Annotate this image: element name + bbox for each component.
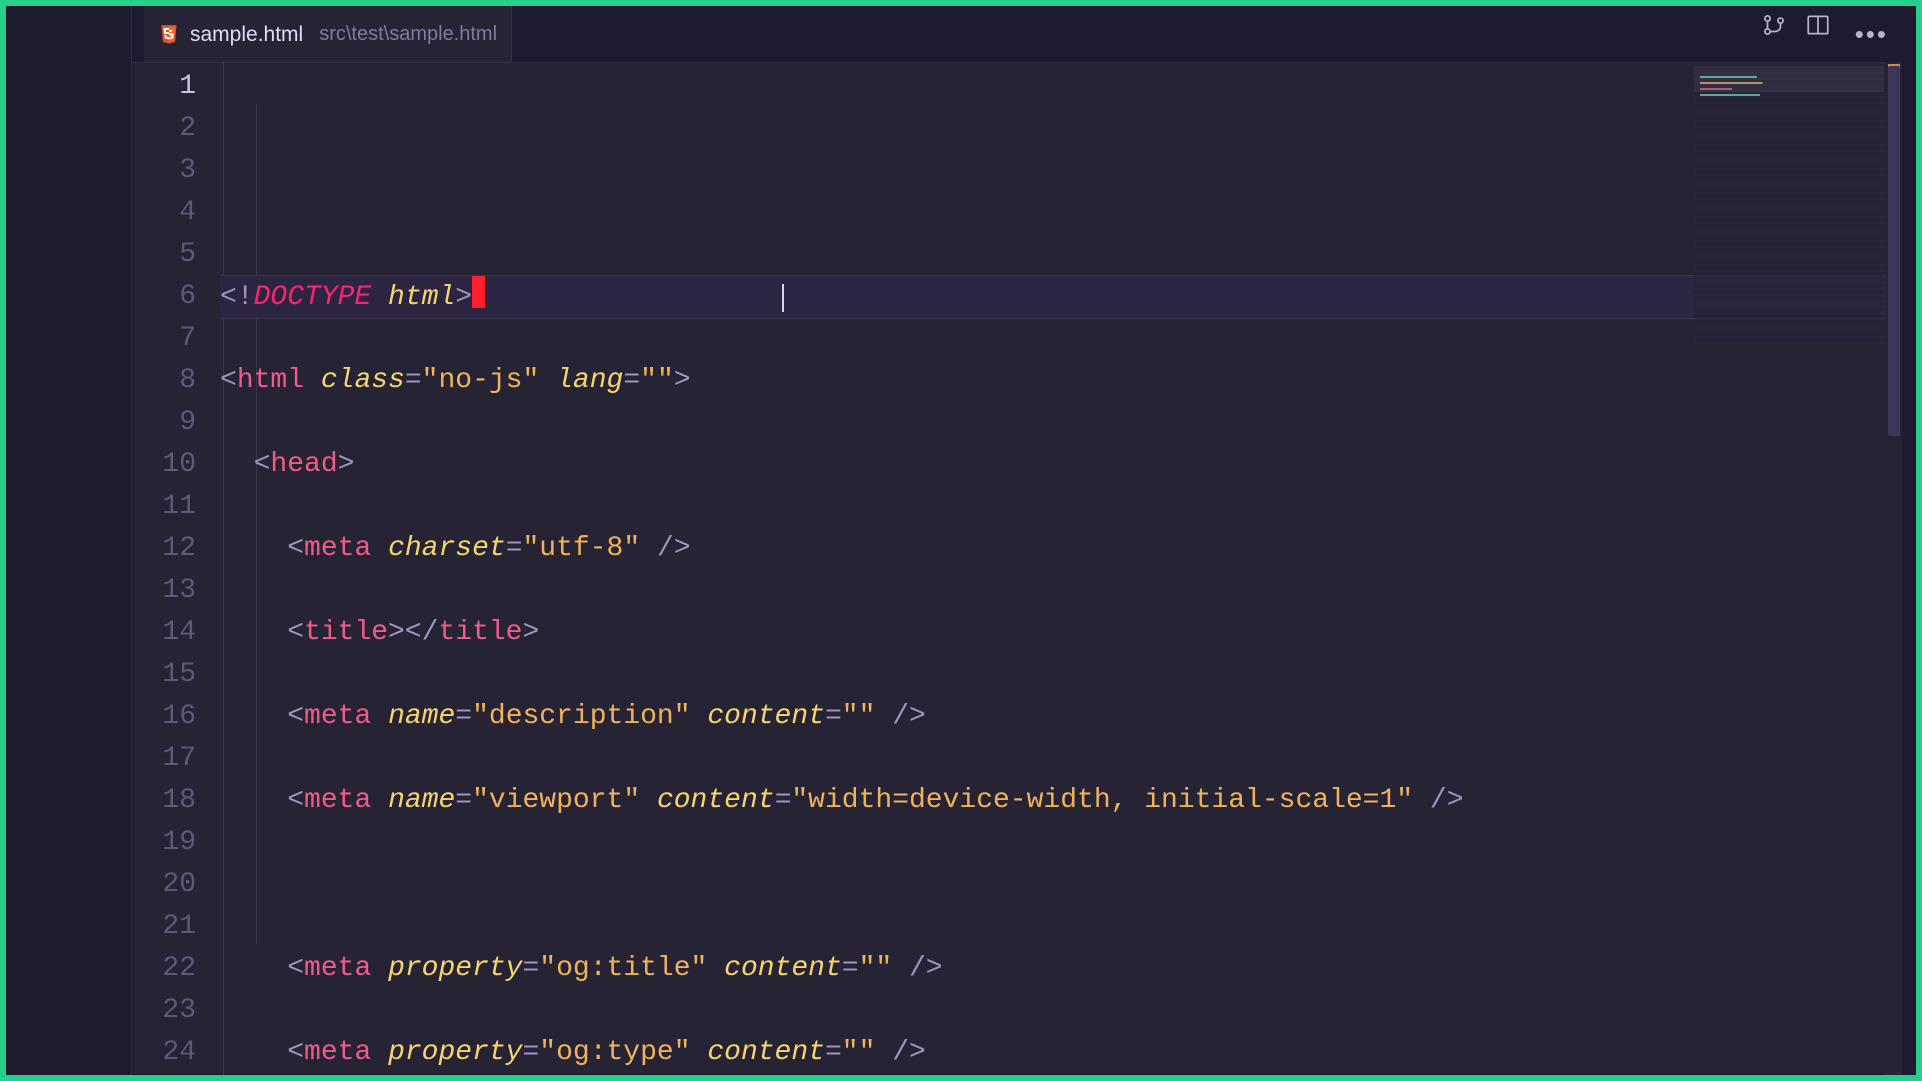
line-number[interactable]: 13 bbox=[132, 570, 196, 612]
right-gap bbox=[1902, 6, 1916, 1075]
code-line[interactable]: <head> bbox=[220, 444, 1902, 486]
line-number[interactable]: 3 bbox=[132, 150, 196, 192]
code-line[interactable] bbox=[220, 864, 1902, 906]
line-number[interactable]: 12 bbox=[132, 528, 196, 570]
split-editor-icon[interactable] bbox=[1805, 6, 1831, 62]
scrollbar-thumb[interactable] bbox=[1888, 66, 1900, 436]
editor-body: 1 2 3 4 5 6 7 8 9 10 11 12 13 14 15 16 1… bbox=[132, 62, 1902, 1075]
code-line[interactable]: <!DOCTYPE html> bbox=[220, 276, 1902, 318]
code-area[interactable]: <!DOCTYPE html> <html class="no-js" lang… bbox=[220, 62, 1902, 1075]
text-cursor bbox=[472, 276, 485, 308]
code-line[interactable]: <html class="no-js" lang=""> bbox=[220, 360, 1902, 402]
code-line[interactable]: <title></title> bbox=[220, 612, 1902, 654]
editor-actions: ••• bbox=[1761, 6, 1894, 62]
line-number[interactable]: 16 bbox=[132, 696, 196, 738]
line-number[interactable]: 6 bbox=[132, 276, 196, 318]
left-gap bbox=[6, 6, 125, 1075]
line-number[interactable]: 21 bbox=[132, 906, 196, 948]
line-number[interactable]: 22 bbox=[132, 948, 196, 990]
line-number[interactable]: 19 bbox=[132, 822, 196, 864]
more-actions-icon[interactable]: ••• bbox=[1849, 21, 1894, 47]
line-number[interactable]: 18 bbox=[132, 780, 196, 822]
line-number[interactable]: 10 bbox=[132, 444, 196, 486]
line-number[interactable]: 11 bbox=[132, 486, 196, 528]
line-number[interactable]: 4 bbox=[132, 192, 196, 234]
line-number[interactable]: 15 bbox=[132, 654, 196, 696]
code-line[interactable]: <meta property="og:title" content="" /> bbox=[220, 948, 1902, 990]
line-number[interactable]: 24 bbox=[132, 1032, 196, 1074]
line-number[interactable]: 14 bbox=[132, 612, 196, 654]
code-line[interactable]: <meta name="viewport" content="width=dev… bbox=[220, 780, 1902, 822]
code-line[interactable]: <meta name="description" content="" /> bbox=[220, 696, 1902, 738]
line-number[interactable]: 7 bbox=[132, 318, 196, 360]
line-number[interactable]: 17 bbox=[132, 738, 196, 780]
tab-bar: sample.html src\test\sample.html ••• bbox=[132, 6, 1902, 63]
html5-icon bbox=[158, 23, 180, 45]
minimap[interactable] bbox=[1694, 66, 1884, 346]
line-number[interactable]: 8 bbox=[132, 360, 196, 402]
line-number[interactable]: 1 bbox=[132, 66, 196, 108]
line-number-gutter: 1 2 3 4 5 6 7 8 9 10 11 12 13 14 15 16 1… bbox=[132, 62, 220, 1075]
caret-icon bbox=[782, 284, 784, 312]
editor-pane: sample.html src\test\sample.html ••• 1 2… bbox=[131, 6, 1902, 1075]
line-number[interactable]: 23 bbox=[132, 990, 196, 1032]
tab-file-name: sample.html bbox=[190, 24, 303, 45]
version-control-icon[interactable] bbox=[1761, 6, 1787, 62]
line-number[interactable]: 9 bbox=[132, 402, 196, 444]
minimap-viewport[interactable] bbox=[1694, 66, 1884, 92]
tab-file-path: src\test\sample.html bbox=[319, 24, 497, 44]
code-line[interactable]: <meta charset="utf-8" /> bbox=[220, 528, 1902, 570]
line-number[interactable]: 20 bbox=[132, 864, 196, 906]
app-window: sample.html src\test\sample.html ••• 1 2… bbox=[0, 0, 1922, 1081]
code-line[interactable]: <meta property="og:type" content="" /> bbox=[220, 1032, 1902, 1074]
vertical-scrollbar[interactable] bbox=[1886, 62, 1902, 1075]
line-number[interactable]: 25 bbox=[132, 1074, 196, 1081]
line-number[interactable]: 2 bbox=[132, 108, 196, 150]
line-number[interactable]: 5 bbox=[132, 234, 196, 276]
tab-sample-html[interactable]: sample.html src\test\sample.html bbox=[144, 6, 512, 62]
